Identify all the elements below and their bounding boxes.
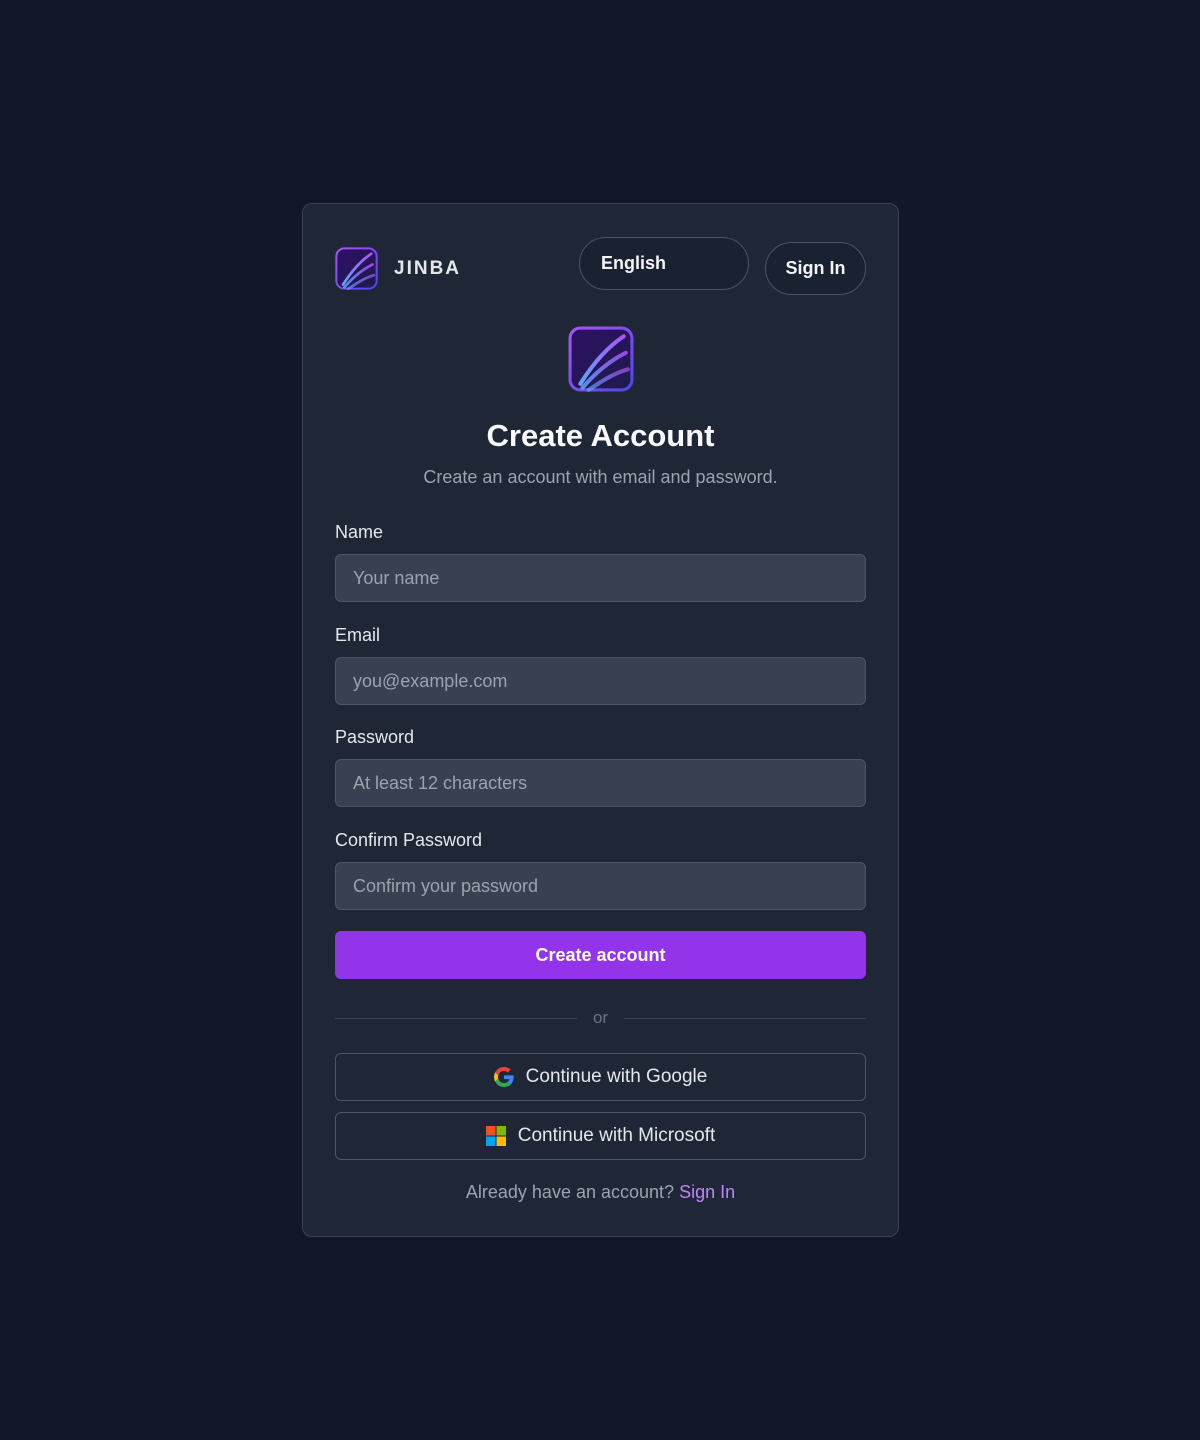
microsoft-button-label: Continue with Microsoft bbox=[517, 1125, 716, 1146]
page-title: Create Account bbox=[486, 418, 715, 453]
confirm-password-input[interactable] bbox=[335, 862, 866, 910]
footer-signin-link[interactable]: Sign In bbox=[679, 1182, 735, 1202]
google-button-label: Continue with Google bbox=[525, 1066, 708, 1087]
brand-name: JINBA bbox=[394, 257, 462, 279]
email-label: Email bbox=[335, 625, 381, 645]
email-input[interactable] bbox=[335, 657, 866, 705]
divider-line-right bbox=[624, 1017, 866, 1019]
microsoft-icon bbox=[485, 1126, 506, 1146]
signup-card: JINBA English Sign In Create Account Cre… bbox=[302, 203, 899, 1237]
header-signin-button[interactable]: Sign In bbox=[765, 242, 866, 295]
microsoft-signin-button[interactable]: Continue with Microsoft bbox=[335, 1112, 866, 1160]
confirm-password-label: Confirm Password bbox=[335, 830, 483, 850]
brand: JINBA bbox=[335, 247, 461, 290]
divider-line-left bbox=[335, 1017, 577, 1019]
divider-label: or bbox=[592, 1008, 609, 1027]
or-divider: or bbox=[335, 1007, 866, 1029]
google-icon bbox=[493, 1067, 514, 1087]
password-input[interactable] bbox=[335, 759, 866, 807]
password-label: Password bbox=[335, 727, 415, 747]
jinba-logo-icon bbox=[568, 326, 634, 392]
signin-prompt: Already have an account? Sign In bbox=[303, 1182, 898, 1203]
jinba-logo-icon bbox=[335, 247, 378, 290]
language-select[interactable]: English bbox=[579, 237, 749, 290]
name-label: Name bbox=[335, 522, 384, 542]
name-input[interactable] bbox=[335, 554, 866, 602]
google-signin-button[interactable]: Continue with Google bbox=[335, 1053, 866, 1101]
signin-prompt-text: Already have an account? bbox=[465, 1182, 675, 1202]
create-account-button[interactable]: Create account bbox=[335, 931, 866, 979]
page-subtitle: Create an account with email and passwor… bbox=[423, 467, 778, 487]
